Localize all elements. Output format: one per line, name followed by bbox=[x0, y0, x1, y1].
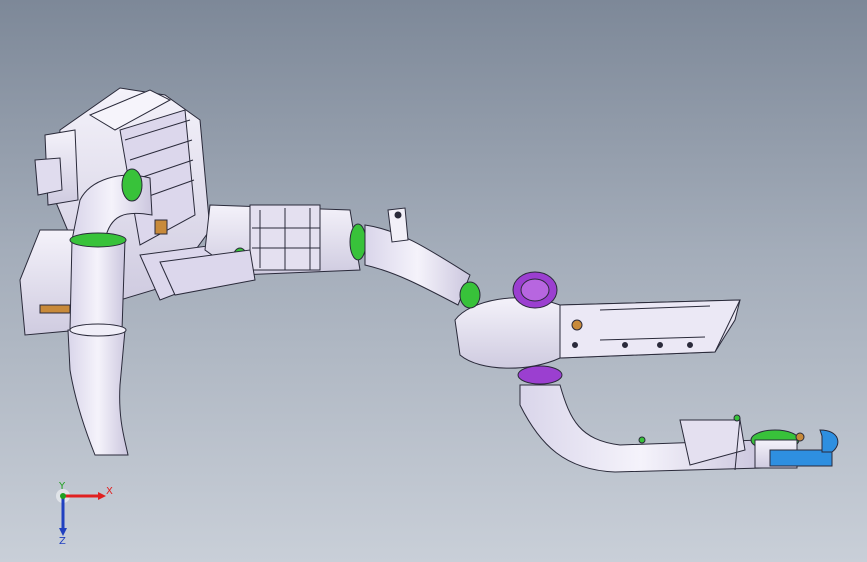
x-axis-label: X bbox=[106, 486, 113, 497]
exhaust-valve[interactable] bbox=[750, 429, 839, 469]
rear-muffler[interactable] bbox=[454, 297, 741, 369]
y-axis-label: Y bbox=[58, 482, 66, 492]
cad-viewport[interactable]: X Y Z bbox=[0, 0, 867, 562]
y-axis-dot bbox=[60, 493, 66, 499]
z-axis-label: Z bbox=[59, 536, 66, 544]
intermediate-pipe[interactable] bbox=[364, 207, 471, 306]
exhaust-system-model[interactable] bbox=[0, 0, 867, 562]
axis-triad: X Y Z bbox=[56, 482, 113, 544]
x-axis-head bbox=[98, 492, 106, 500]
down-pipe[interactable] bbox=[67, 168, 153, 456]
tailpipe[interactable] bbox=[519, 384, 763, 473]
z-axis-head bbox=[59, 528, 67, 536]
